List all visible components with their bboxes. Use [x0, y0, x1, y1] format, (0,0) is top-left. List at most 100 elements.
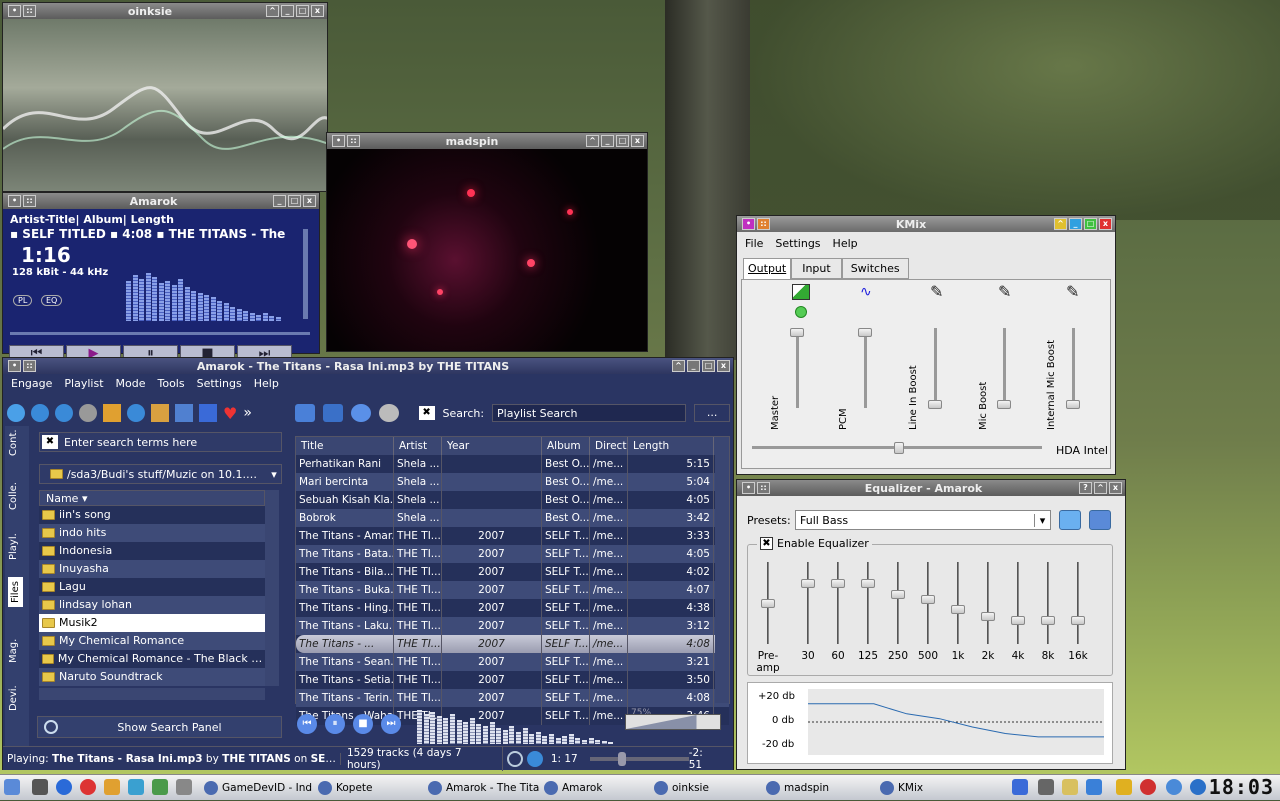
madspin-window[interactable]: •:: madspin ^ _ □ x — [326, 132, 648, 352]
help-icon[interactable]: ? — [1079, 482, 1092, 494]
playlist-row[interactable]: The Titans - Amar... THE TI... 2007 SELF T.… — [296, 527, 729, 545]
oinksie-titlebar[interactable]: •:: oinksie ^ _ □ x — [3, 3, 327, 19]
bookmark-icon[interactable] — [103, 404, 121, 422]
eq-band-handle[interactable] — [921, 595, 935, 605]
side-tab-files[interactable]: Files — [8, 577, 23, 607]
back-icon[interactable] — [31, 404, 49, 422]
volume-control[interactable] — [625, 714, 721, 730]
eq-band-handle[interactable] — [891, 589, 905, 599]
taskbar-item[interactable]: madspin — [762, 775, 876, 801]
eq-band-handle[interactable] — [1071, 615, 1085, 625]
icon-view-icon[interactable] — [151, 404, 169, 422]
home-icon[interactable] — [7, 404, 25, 422]
clock[interactable]: 18:03 — [1209, 775, 1274, 799]
eq-button[interactable]: EQ — [41, 295, 63, 306]
eq-band-handle[interactable] — [761, 599, 775, 608]
master-slider[interactable] — [790, 328, 804, 408]
pl-button[interactable]: PL — [13, 295, 33, 306]
minimize-icon[interactable]: _ — [601, 135, 614, 147]
close-icon[interactable]: x — [1099, 218, 1112, 230]
col-length[interactable]: Length — [628, 437, 714, 455]
file-list-item[interactable]: Inuyasha — [39, 560, 265, 578]
col-year[interactable]: Year — [442, 437, 542, 455]
eq-band-slider[interactable] — [801, 562, 815, 644]
eq-band-slider[interactable] — [981, 562, 995, 644]
side-tab-context[interactable]: Cont. — [8, 429, 19, 456]
tab-switches[interactable]: Switches — [841, 258, 909, 279]
playlist-row[interactable]: Mari bercinta Shela ... Best O.../me... 5:0… — [296, 473, 729, 491]
chevron-down-icon[interactable]: ▾ — [267, 468, 281, 481]
save-icon[interactable] — [322, 404, 343, 422]
player-window[interactable]: •:: Amarok _ □ x Artist-Title| Album| Leng… — [2, 192, 320, 365]
favorite-heart-icon[interactable]: ♥ — [223, 404, 237, 423]
kmix-titlebar[interactable]: •:: KMix ^ _ □ x — [737, 216, 1115, 232]
filter-input[interactable]: ✖ Enter search terms here — [39, 432, 282, 452]
close-icon[interactable]: x — [1109, 482, 1122, 494]
menu-engage[interactable]: Engage — [11, 377, 52, 391]
taskbar-item[interactable]: KMix — [876, 775, 976, 801]
menu-tools[interactable]: Tools — [158, 377, 185, 391]
file-list-item[interactable]: iin's song — [39, 506, 265, 524]
sticky-icon[interactable]: :: — [23, 360, 36, 372]
show-search-panel-button[interactable]: Show Search Panel — [37, 716, 282, 738]
kmix-menu-file[interactable]: File — [745, 237, 763, 251]
kmenu-icon[interactable] — [4, 779, 20, 795]
playlist-row[interactable]: Sebuah Kisah Kla... Shela ... Best O.../me… — [296, 491, 729, 509]
browse-icon[interactable] — [127, 404, 145, 422]
redo-icon[interactable] — [378, 404, 399, 422]
quicklaunch-icon-3[interactable] — [80, 779, 96, 795]
repeat-icon[interactable] — [507, 750, 524, 767]
taskbar-item[interactable]: GameDevID - Ind — [200, 775, 314, 801]
madspin-titlebar[interactable]: •:: madspin ^ _ □ x — [327, 133, 647, 149]
maximize-icon[interactable]: □ — [1084, 218, 1097, 230]
playlist-row[interactable]: The Titans - Setia... THE TI... 2007 SELF T… — [296, 671, 729, 689]
col-directory[interactable]: Directo — [590, 437, 628, 455]
close-icon[interactable]: x — [717, 360, 730, 372]
amarok-titlebar[interactable]: •:: Amarok - The Titans - Rasa Ini.mp3 b… — [3, 358, 733, 374]
eq-band-slider[interactable] — [951, 562, 965, 644]
sticky-icon[interactable]: :: — [347, 135, 360, 147]
clear-search-icon[interactable]: ✖ — [418, 406, 435, 420]
playlist-row[interactable]: The Titans - Sean... THE TI... 2007 SELF T.… — [296, 653, 729, 671]
tray-update-icon[interactable] — [1140, 779, 1156, 795]
menu-help[interactable]: Help — [254, 377, 279, 391]
file-list-item[interactable]: Naruto Soundtrack — [39, 668, 265, 686]
prev-icon[interactable]: ⏮ — [297, 714, 317, 734]
quicklaunch-icon-1[interactable] — [32, 779, 48, 795]
volume-slider[interactable] — [303, 229, 308, 319]
taskbar-item[interactable]: Amarok - The Tita — [424, 775, 540, 801]
eq-band-slider[interactable] — [891, 562, 905, 644]
playlist-row[interactable]: The Titans - Terin... THE TI... 2007 SELF T… — [296, 689, 729, 707]
maximize-icon[interactable]: □ — [296, 5, 309, 17]
close-icon[interactable]: x — [303, 195, 316, 207]
minimize-icon[interactable]: _ — [1069, 218, 1082, 230]
maximize-icon[interactable]: □ — [288, 195, 301, 207]
file-list-hscrollbar[interactable] — [39, 688, 265, 700]
eq-band-slider[interactable] — [761, 562, 775, 644]
users-icon[interactable] — [199, 404, 217, 422]
mic-boost-slider[interactable] — [997, 328, 1011, 409]
taskbar-item[interactable]: Kopete — [314, 775, 424, 801]
eq-band-slider[interactable] — [1011, 562, 1025, 644]
seek-handle[interactable] — [618, 751, 627, 766]
eq-band-handle[interactable] — [951, 604, 965, 614]
reload-icon[interactable] — [79, 404, 97, 422]
taskbar-item[interactable]: Amarok — [540, 775, 650, 801]
mute-led-icon[interactable] — [795, 306, 807, 318]
presets-combo[interactable]: Full Bass ▾ — [795, 510, 1051, 530]
tray-display-icon[interactable] — [1086, 779, 1102, 795]
playlist-add-icon[interactable] — [295, 404, 315, 422]
search-options-button[interactable]: ... — [694, 404, 731, 422]
sticky-icon[interactable]: :: — [23, 195, 36, 207]
more-chevron-icon[interactable]: » — [243, 405, 252, 421]
quicklaunch-icon-4[interactable] — [104, 779, 120, 795]
pcm-slider[interactable] — [858, 328, 872, 408]
maximize-icon[interactable]: □ — [616, 135, 629, 147]
playlist-row[interactable]: The Titans - Buka... THE TI... 2007 SELF T.… — [296, 581, 729, 599]
manage-presets-icon[interactable] — [1089, 510, 1111, 530]
taskbar-item[interactable]: oinksie — [650, 775, 762, 801]
stop-icon[interactable]: ■ — [353, 714, 373, 734]
minimize-icon[interactable]: _ — [687, 360, 700, 372]
minimize-icon[interactable]: _ — [273, 195, 286, 207]
keep-above-icon[interactable]: ^ — [672, 360, 685, 372]
